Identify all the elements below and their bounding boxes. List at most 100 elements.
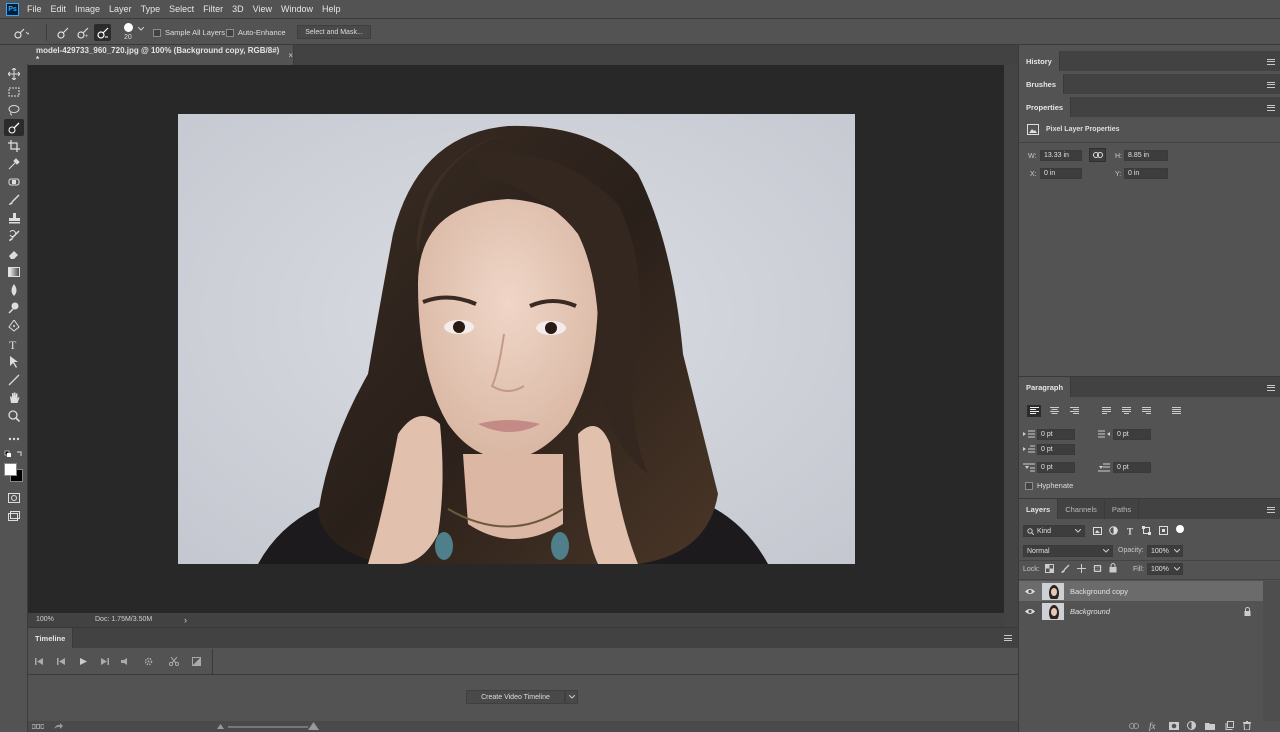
quick-selection-tool[interactable]	[4, 119, 24, 136]
panel-menu-icon[interactable]	[1004, 634, 1012, 643]
space-before-input[interactable]: 0 pt	[1037, 462, 1075, 473]
history-tab[interactable]: History	[1019, 51, 1060, 71]
link-layers-icon[interactable]	[1129, 723, 1139, 729]
zoom-out-mountain-icon[interactable]	[217, 724, 224, 729]
adjustment-layer-icon[interactable]	[1187, 721, 1196, 730]
zoom-level[interactable]: 100%	[36, 616, 54, 623]
indent-right-input[interactable]: 0 pt	[1113, 429, 1151, 440]
foreground-color-swatch[interactable]	[4, 463, 17, 476]
add-to-selection-button[interactable]: +	[74, 24, 91, 41]
line-tool[interactable]	[4, 371, 24, 388]
eyedropper-tool[interactable]	[4, 155, 24, 172]
brush-tool[interactable]	[4, 191, 24, 208]
timeline-tab[interactable]: Timeline	[28, 628, 74, 648]
panel-menu-icon[interactable]	[1267, 505, 1275, 514]
filter-smart-object-icon[interactable]	[1159, 526, 1168, 535]
zoom-in-mountain-icon[interactable]	[308, 722, 319, 730]
render-video-icon[interactable]	[54, 723, 63, 730]
lasso-tool[interactable]	[4, 101, 24, 118]
clone-stamp-tool[interactable]	[4, 209, 24, 226]
menu-3d[interactable]: 3D	[232, 4, 244, 14]
marquee-tool[interactable]	[4, 83, 24, 100]
space-after-input[interactable]: 0 pt	[1113, 462, 1151, 473]
filter-toggle-icon[interactable]	[1176, 525, 1184, 533]
layer-filter-dropdown[interactable]: Kind	[1023, 525, 1085, 537]
layer-row-background[interactable]: Background	[1019, 601, 1263, 621]
audio-icon[interactable]	[121, 658, 128, 665]
status-menu-arrow[interactable]: ›	[184, 615, 187, 625]
next-frame-icon[interactable]	[101, 658, 109, 665]
close-tab-icon[interactable]: ×	[288, 51, 293, 60]
fill-input[interactable]: 100%	[1147, 563, 1183, 575]
lock-position-icon[interactable]	[1077, 564, 1086, 573]
opacity-input[interactable]: 100%	[1147, 545, 1183, 557]
new-group-folder-icon[interactable]	[1205, 722, 1215, 730]
lock-pixels-icon[interactable]	[1061, 564, 1070, 573]
menu-layer[interactable]: Layer	[109, 4, 132, 14]
blend-mode-dropdown[interactable]: Normal	[1023, 545, 1113, 557]
filter-shape-icon[interactable]	[1142, 526, 1151, 535]
menu-window[interactable]: Window	[281, 4, 313, 14]
layer-row-background-copy[interactable]: Background copy	[1019, 581, 1263, 601]
gradient-tool[interactable]	[4, 263, 24, 280]
type-tool[interactable]: T	[4, 335, 24, 352]
tab-channels[interactable]: Channels	[1058, 499, 1105, 519]
vertical-scrollbar[interactable]	[1004, 65, 1018, 627]
hand-tool[interactable]	[4, 389, 24, 406]
width-input[interactable]: 13.33 in	[1040, 150, 1082, 161]
settings-gear-icon[interactable]	[144, 657, 153, 666]
canvas-area[interactable]	[28, 65, 1004, 613]
brushes-tab[interactable]: Brushes	[1019, 74, 1065, 94]
layer-name[interactable]: Background copy	[1070, 587, 1128, 596]
justify-right-button[interactable]	[1139, 405, 1153, 417]
dodge-tool[interactable]	[4, 299, 24, 316]
align-left-button[interactable]	[1027, 405, 1041, 417]
menu-view[interactable]: View	[253, 4, 272, 14]
menu-edit[interactable]: Edit	[51, 4, 67, 14]
first-line-indent-input[interactable]: 0 pt	[1037, 444, 1075, 455]
visibility-eye-icon[interactable]	[1025, 588, 1035, 595]
select-and-mask-button[interactable]: Select and Mask...	[297, 25, 371, 39]
filter-adjustment-icon[interactable]	[1109, 526, 1118, 535]
menu-file[interactable]: File	[27, 4, 42, 14]
tool-preset-picker[interactable]	[12, 24, 29, 41]
properties-tab[interactable]: Properties	[1019, 97, 1072, 117]
pen-tool[interactable]	[4, 317, 24, 334]
layer-name[interactable]: Background	[1070, 607, 1110, 616]
align-center-button[interactable]	[1047, 405, 1061, 417]
layer-style-fx-icon[interactable]: fx	[1149, 721, 1156, 731]
blur-tool[interactable]	[4, 281, 24, 298]
menu-help[interactable]: Help	[322, 4, 341, 14]
previous-frame-icon[interactable]	[57, 658, 65, 665]
menu-filter[interactable]: Filter	[203, 4, 223, 14]
sample-all-layers-checkbox[interactable]: Sample All Layers	[153, 28, 225, 37]
convert-frames-icon[interactable]	[32, 724, 44, 730]
panel-menu-icon[interactable]	[1267, 383, 1275, 392]
history-brush-tool[interactable]	[4, 227, 24, 244]
path-selection-tool[interactable]	[4, 353, 24, 370]
paragraph-tab[interactable]: Paragraph	[1019, 377, 1072, 397]
screen-mode-button[interactable]	[4, 507, 24, 524]
indent-left-input[interactable]: 0 pt	[1037, 429, 1075, 440]
zoom-slider[interactable]	[228, 726, 308, 728]
lock-all-icon[interactable]	[1109, 563, 1117, 573]
menu-select[interactable]: Select	[169, 4, 194, 14]
justify-left-button[interactable]	[1099, 405, 1113, 417]
crop-tool[interactable]	[4, 137, 24, 154]
document-tab[interactable]: model-429733_960_720.jpg @ 100% (Backgro…	[28, 45, 294, 65]
zoom-tool[interactable]	[4, 407, 24, 424]
justify-center-button[interactable]	[1119, 405, 1133, 417]
subtract-from-selection-button[interactable]	[94, 24, 111, 41]
x-input[interactable]: 0 in	[1040, 168, 1082, 179]
new-layer-icon[interactable]	[1225, 721, 1234, 730]
menu-image[interactable]: Image	[75, 4, 100, 14]
create-video-timeline-button[interactable]: Create Video Timeline	[466, 690, 565, 704]
y-input[interactable]: 0 in	[1124, 168, 1168, 179]
panel-menu-icon[interactable]	[1267, 80, 1275, 89]
timeline-mode-dropdown[interactable]	[565, 690, 578, 704]
lock-transparent-icon[interactable]	[1045, 564, 1054, 573]
layers-scrollbar[interactable]	[1263, 581, 1280, 721]
panel-menu-icon[interactable]	[1267, 103, 1275, 112]
color-swap-controls[interactable]	[4, 450, 24, 458]
play-icon[interactable]	[80, 658, 87, 665]
